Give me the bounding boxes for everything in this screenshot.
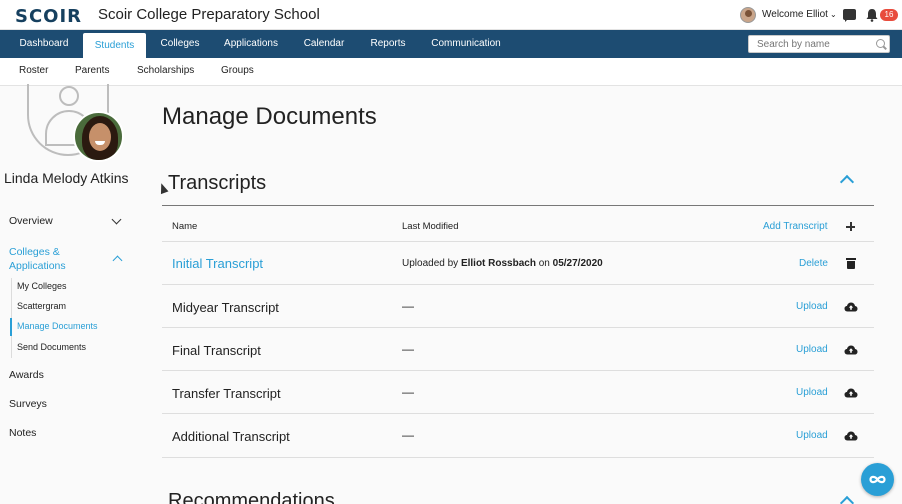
chevron-down-icon[interactable]: [111, 214, 122, 225]
document-name: Midyear Transcript: [172, 300, 279, 315]
document-name: Additional Transcript: [172, 429, 290, 444]
section-title-transcripts: Transcripts: [168, 172, 267, 194]
chevron-up-icon[interactable]: [839, 174, 855, 190]
upload-date: 05/27/2020: [552, 258, 603, 269]
help-icon[interactable]: [861, 463, 894, 496]
page-title: Manage Documents: [162, 103, 377, 130]
sub-nav: Roster Parents Scholarships Groups: [0, 58, 902, 86]
section-divider: [162, 205, 874, 206]
sidebar-subitem-my-colleges[interactable]: My Colleges: [17, 281, 67, 291]
upload-on: on: [538, 258, 550, 269]
sidebar-item-colleges-applications[interactable]: Colleges & Applications: [9, 245, 99, 273]
document-name: Transfer Transcript: [172, 386, 281, 401]
cloud-upload-icon[interactable]: [844, 302, 858, 312]
tab-students[interactable]: Students: [83, 33, 146, 58]
upload-button[interactable]: Upload: [796, 344, 828, 355]
cloud-upload-icon[interactable]: [844, 431, 858, 441]
section-title-recommendations: Recommendations: [168, 490, 335, 504]
row-divider: [162, 241, 874, 242]
upload-prefix: Uploaded by: [402, 258, 459, 269]
tab-colleges[interactable]: Colleges: [153, 30, 207, 58]
column-header-name: Name: [172, 221, 198, 232]
last-modified-value: —: [402, 299, 414, 313]
last-modified-value: —: [402, 342, 414, 356]
student-photo: [73, 111, 124, 162]
row-divider: [162, 457, 874, 458]
plus-icon[interactable]: [846, 222, 855, 231]
last-modified-value: —: [402, 385, 414, 399]
school-name: Scoir College Preparatory School: [98, 6, 320, 23]
chevron-down-icon: ⌄: [829, 10, 837, 19]
subnav-parents[interactable]: Parents: [75, 65, 109, 76]
sidebar-item-overview[interactable]: Overview: [9, 215, 53, 227]
search-icon[interactable]: [876, 39, 885, 48]
add-transcript-link[interactable]: Add Transcript: [763, 221, 827, 232]
scoir-logo[interactable]: SCOIR: [15, 6, 82, 27]
chevron-up-icon[interactable]: [839, 495, 855, 504]
sidebar-subitem-manage-documents[interactable]: Manage Documents: [17, 321, 98, 331]
tab-dashboard[interactable]: Dashboard: [12, 30, 76, 58]
subnav-roster[interactable]: Roster: [19, 65, 48, 76]
chat-icon[interactable]: [843, 9, 856, 22]
row-divider: [162, 413, 874, 414]
user-avatar[interactable]: [740, 7, 756, 23]
upload-info: Uploaded by Elliot Rossbach on 05/27/202…: [402, 258, 603, 269]
cloud-upload-icon[interactable]: [844, 345, 858, 355]
tab-applications[interactable]: Applications: [218, 30, 284, 58]
sidebar-item-surveys[interactable]: Surveys: [9, 398, 47, 410]
column-header-last-modified: Last Modified: [402, 221, 459, 232]
search-input[interactable]: [748, 35, 890, 53]
row-divider: [162, 284, 874, 285]
document-name: Final Transcript: [172, 343, 261, 358]
sidebar-item-awards[interactable]: Awards: [9, 369, 44, 381]
tab-communication[interactable]: Communication: [426, 30, 506, 58]
row-divider: [162, 327, 874, 328]
sidebar-subitem-scattergram[interactable]: Scattergram: [17, 301, 66, 311]
tab-reports[interactable]: Reports: [364, 30, 412, 58]
row-divider: [162, 370, 874, 371]
subnav-scholarships[interactable]: Scholarships: [137, 65, 194, 76]
bell-icon[interactable]: [866, 8, 878, 22]
student-name: Linda Melody Atkins: [4, 170, 129, 186]
active-indicator: [10, 318, 12, 336]
welcome-label: Welcome Elliot: [762, 9, 828, 20]
upload-button[interactable]: Upload: [796, 301, 828, 312]
upload-button[interactable]: Upload: [796, 430, 828, 441]
welcome-menu[interactable]: Welcome Elliot ⌄: [762, 9, 837, 20]
sidebar-item-notes[interactable]: Notes: [9, 427, 36, 439]
document-name-link[interactable]: Initial Transcript: [172, 256, 263, 271]
top-bar: SCOIR Scoir College Preparatory School W…: [0, 0, 902, 30]
uploader-name: Elliot Rossbach: [460, 258, 536, 269]
tab-calendar[interactable]: Calendar: [296, 30, 352, 58]
trash-icon[interactable]: [846, 258, 856, 269]
delete-button[interactable]: Delete: [799, 258, 828, 269]
subnav-groups[interactable]: Groups: [221, 65, 254, 76]
upload-button[interactable]: Upload: [796, 387, 828, 398]
mouse-cursor-icon: [157, 181, 169, 195]
cloud-upload-icon[interactable]: [844, 388, 858, 398]
chevron-up-icon[interactable]: [112, 255, 123, 266]
last-modified-value: —: [402, 428, 414, 442]
notification-badge[interactable]: 16: [880, 9, 898, 21]
sidebar-subitem-send-documents[interactable]: Send Documents: [17, 342, 86, 352]
